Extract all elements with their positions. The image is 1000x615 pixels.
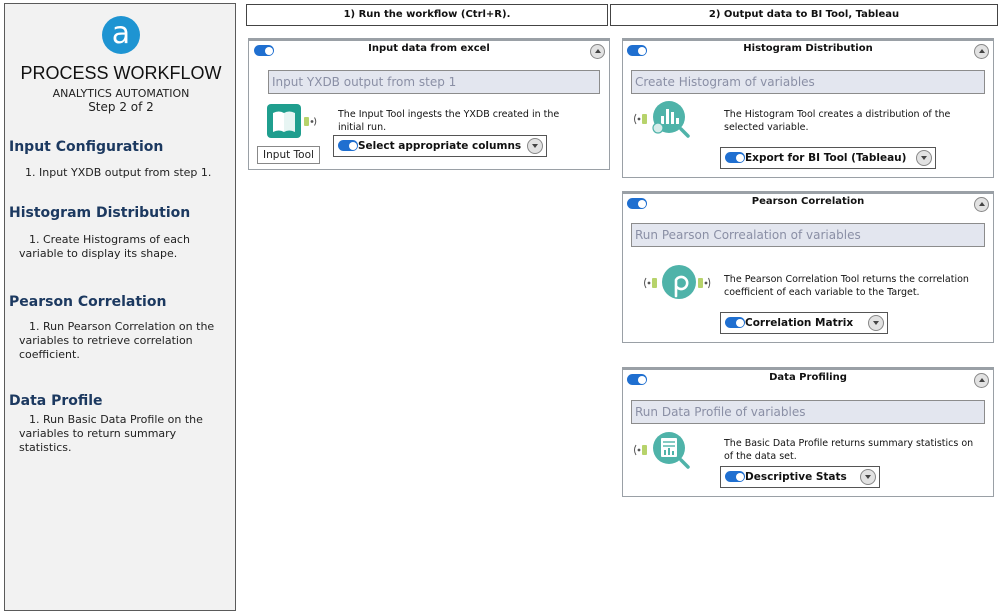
column-header-output-bi: 2) Output data to BI Tool, Tableau (610, 4, 998, 26)
tool-description: The Basic Data Profile returns summary s… (724, 438, 974, 462)
panel-title: Input data from excel (368, 43, 490, 54)
page-subtitle: ANALYTICS AUTOMATION (52, 87, 190, 100)
panel-title: Histogram Distribution (743, 43, 873, 54)
chevron-down-icon[interactable] (860, 469, 876, 485)
section-heading-data-profile: Data Profile (9, 393, 103, 409)
collapse-button[interactable] (974, 44, 989, 59)
panel-data-profiling: Data Profiling The Basic Data Profile re… (622, 367, 994, 497)
section-text-histogram: 1. Create Histograms of each variable to… (19, 233, 190, 260)
dropdown-label: Correlation Matrix (745, 317, 854, 329)
column-header-run-workflow: 1) Run the workflow (Ctrl+R). (246, 4, 608, 26)
page-title: PROCESS WORKFLOW (20, 63, 222, 83)
histogram-text-field[interactable] (631, 70, 985, 94)
book-icon (267, 104, 317, 138)
dropdown-select-columns[interactable]: Select appropriate columns (333, 135, 547, 157)
tool-description: The Input Tool ingests the YXDB created … (338, 109, 560, 133)
panel-header: Input data from excel (249, 41, 609, 61)
dropdown-export-bi-tool[interactable]: Export for BI Tool (Tableau) (720, 147, 936, 169)
tool-description: The Histogram Tool creates a distributio… (724, 109, 951, 133)
section-text-data-profile: 1. Run Basic Data Profile on the variabl… (19, 413, 203, 454)
rho-icon (644, 265, 711, 299)
dropdown-toggle[interactable] (725, 471, 745, 482)
collapse-button[interactable] (590, 44, 605, 59)
panel-title: Data Profiling (769, 372, 847, 383)
chevron-down-icon[interactable] (916, 150, 932, 166)
panel-header: Histogram Distribution (623, 41, 993, 61)
step-indicator: Step 2 of 2 (88, 100, 154, 114)
panel-input-data: Input data from excel Input Tool The Inp… (248, 38, 610, 170)
dropdown-label: Select appropriate columns (358, 140, 522, 152)
tool-caption: Input Tool (257, 146, 320, 164)
collapse-button[interactable] (974, 197, 989, 212)
alteryx-logo-icon: a (102, 16, 140, 54)
histogram-icon (634, 101, 690, 138)
section-text-pearson: 1. Run Pearson Correlation on the variab… (19, 320, 215, 361)
chevron-down-icon[interactable] (527, 138, 543, 154)
dropdown-toggle[interactable] (338, 140, 358, 151)
section-heading-histogram: Histogram Distribution (9, 205, 191, 221)
panel-header: Data Profiling (623, 370, 993, 390)
tool-description: The Pearson Correlation Tool returns the… (724, 274, 969, 298)
panel-header: Pearson Correlation (623, 194, 993, 214)
panel-pearson-correlation: Pearson Correlation The Pearson Correlat… (622, 191, 994, 343)
panel-title: Pearson Correlation (751, 196, 865, 207)
dropdown-descriptive-stats[interactable]: Descriptive Stats (720, 466, 880, 488)
data-profile-icon (634, 432, 690, 469)
pearson-text-field[interactable] (631, 223, 985, 247)
sidebar: a PROCESS WORKFLOW ANALYTICS AUTOMATION … (4, 3, 236, 611)
panel-histogram-distribution: Histogram Distribution The Histogram Too… (622, 38, 994, 178)
section-heading-pearson: Pearson Correlation (9, 294, 167, 310)
dropdown-toggle[interactable] (725, 317, 745, 328)
dropdown-label: Export for BI Tool (Tableau) (745, 152, 907, 164)
section-text-input-configuration: 1. Input YXDB output from step 1. (25, 166, 212, 179)
input-yxdb-field[interactable] (268, 70, 600, 94)
section-heading-input-configuration: Input Configuration (9, 139, 164, 155)
collapse-button[interactable] (974, 373, 989, 388)
profiling-text-field[interactable] (631, 400, 985, 424)
dropdown-correlation-matrix[interactable]: Correlation Matrix (720, 312, 888, 334)
dropdown-toggle[interactable] (725, 152, 745, 163)
dropdown-label: Descriptive Stats (745, 471, 847, 483)
chevron-down-icon[interactable] (868, 315, 884, 331)
